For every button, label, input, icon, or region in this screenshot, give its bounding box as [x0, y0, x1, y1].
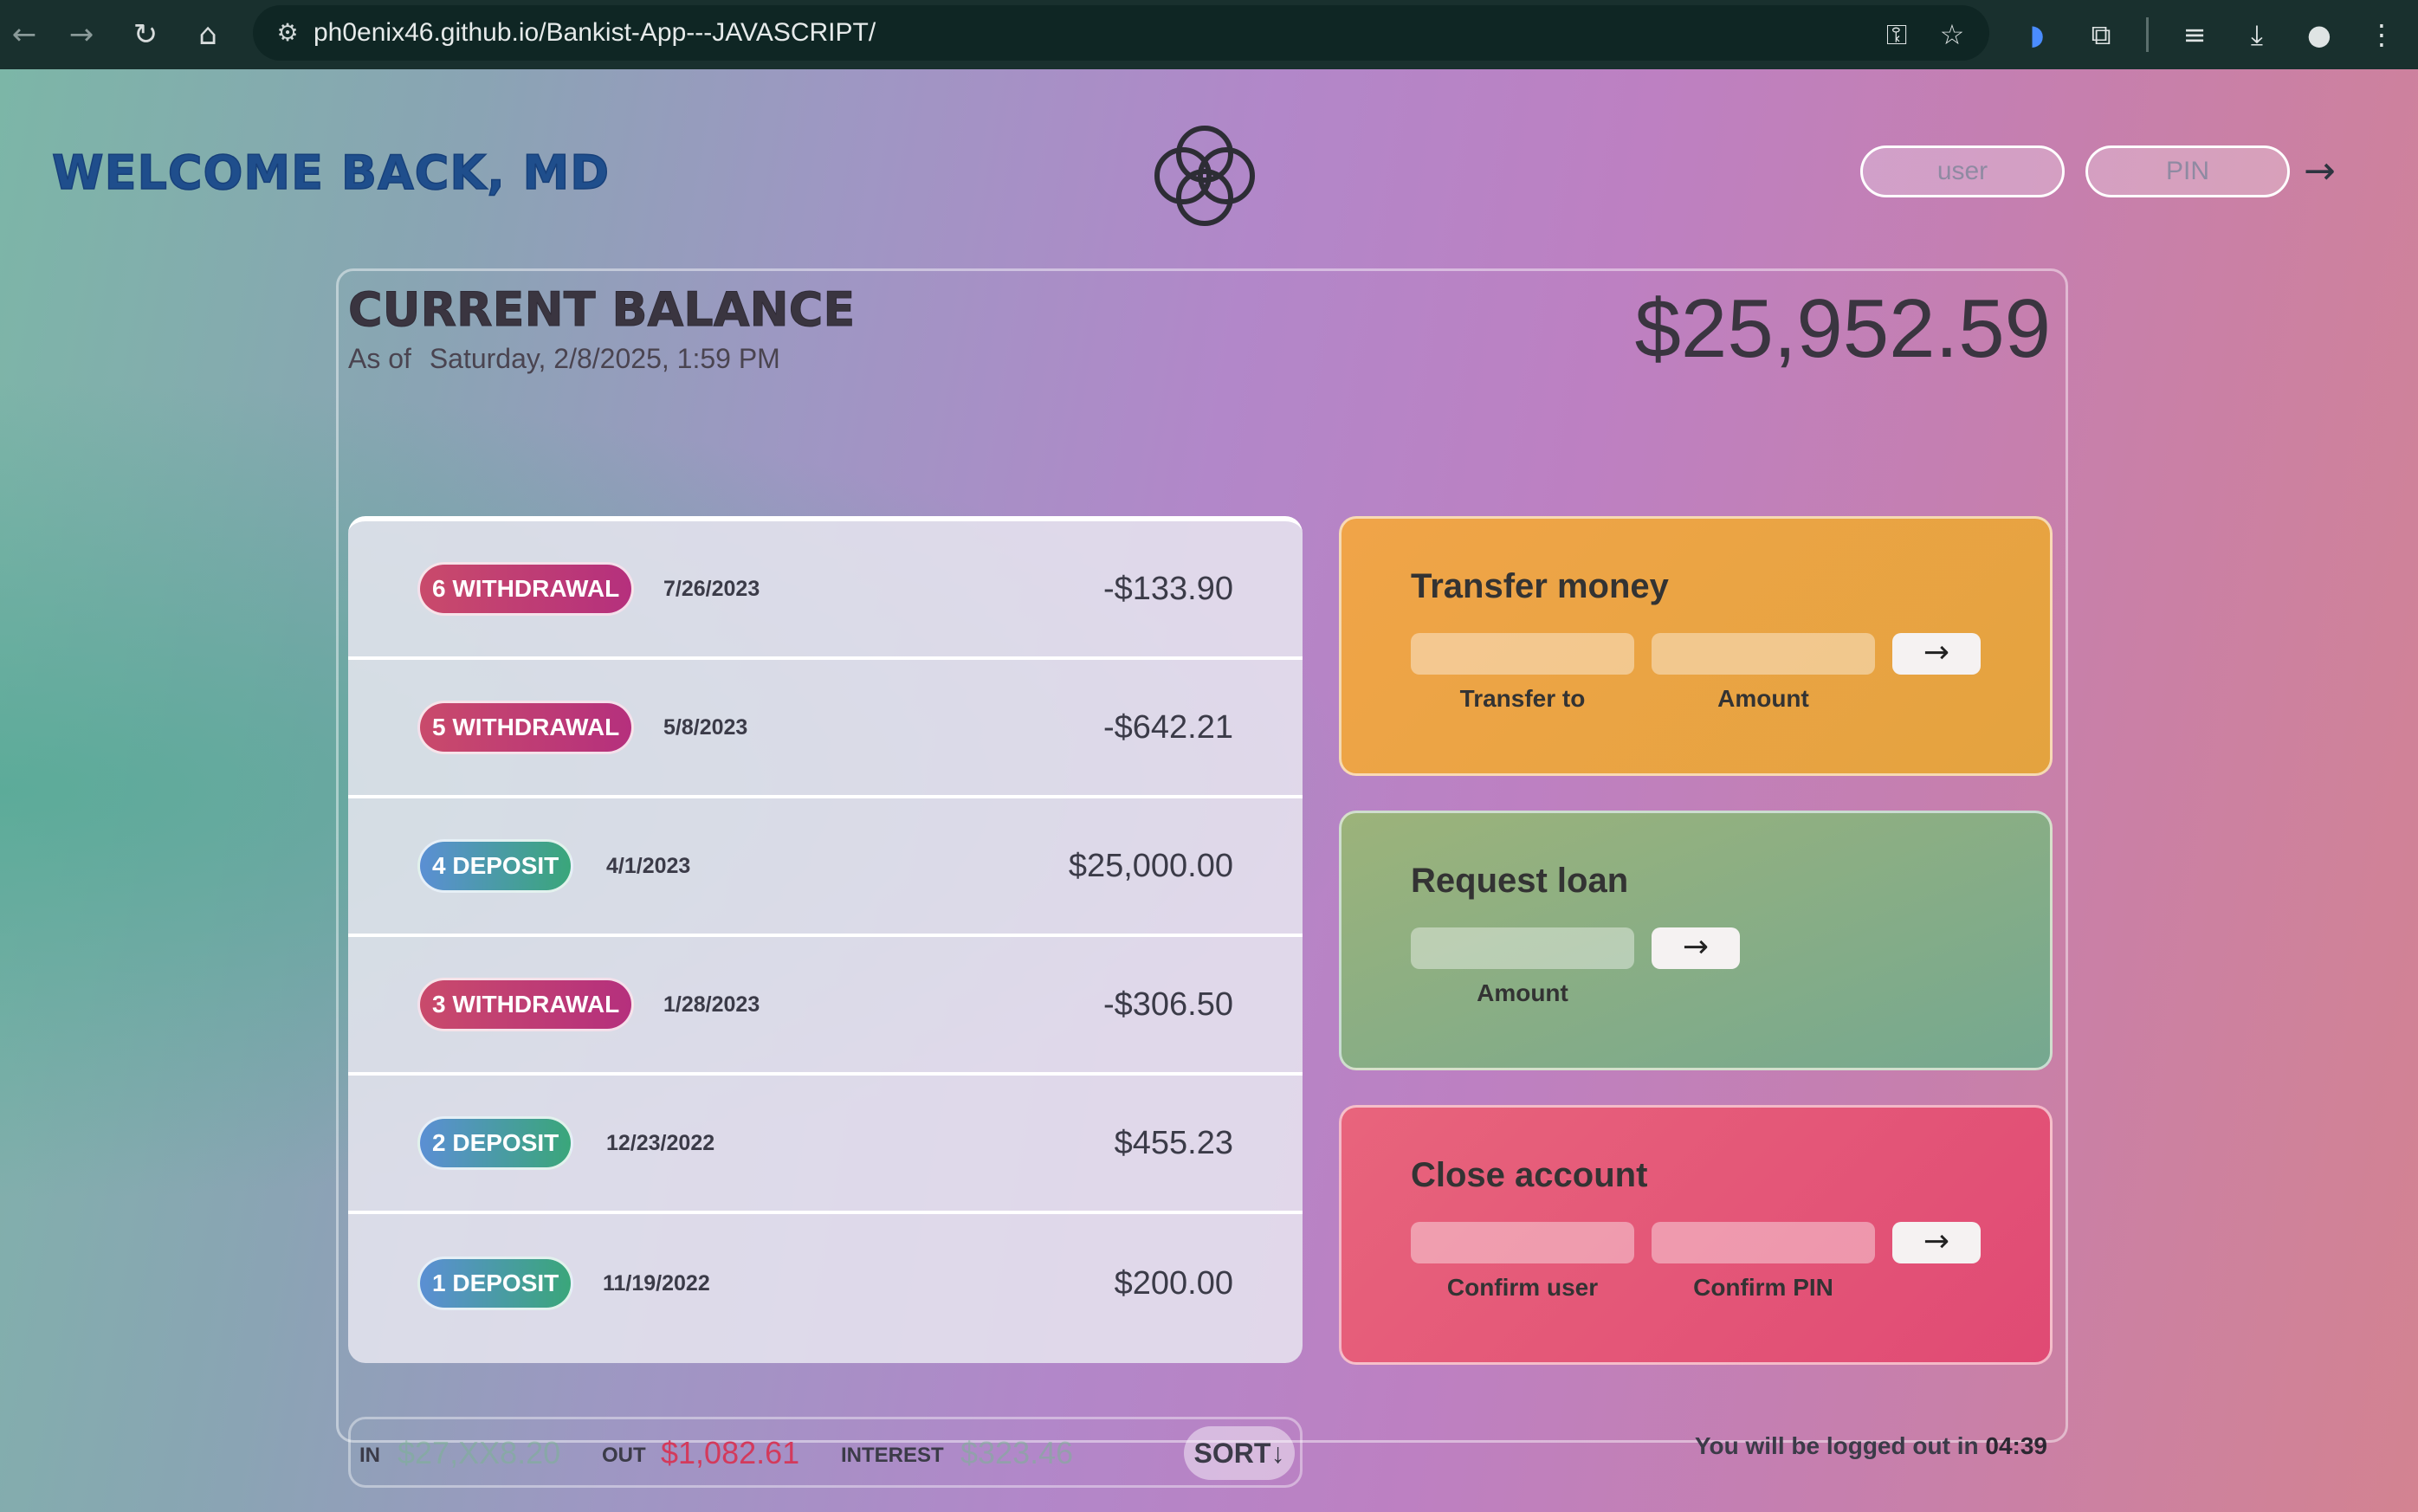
movement-value: -$133.90 — [1102, 570, 1233, 607]
movement-value: $200.00 — [1114, 1264, 1233, 1302]
balance-date: Saturday, 2/8/2025, 1:59 PM — [429, 343, 780, 374]
summary-interest-value: $323.46 — [960, 1435, 1074, 1470]
welcome-message: WELCOME BACK, MD — [51, 145, 611, 201]
logout-timer: 04:39 — [1985, 1432, 2047, 1459]
browser-toolbar: ← → ↻ ⌂ ⚙ ph0enix46.github.io/Bankist-Ap… — [0, 0, 2418, 69]
movement-value: -$306.50 — [1102, 985, 1233, 1023]
movement-date: 1/28/2023 — [663, 992, 760, 1017]
transfer-submit-button[interactable]: → — [1892, 633, 1981, 675]
movement-type-badge: 2 DEPOSIT — [417, 1116, 574, 1170]
balance-label: CURRENT BALANCE — [347, 282, 856, 338]
profile-icon[interactable]: ● — [2295, 10, 2344, 59]
movement-type-badge: 4 DEPOSIT — [417, 839, 574, 893]
movement-value: -$642.21 — [1102, 708, 1233, 746]
summary-in-label: IN — [359, 1444, 380, 1467]
movements-list[interactable]: 6 WITHDRAWAL 7/26/2023 -$133.90 5 WITHDR… — [348, 516, 1303, 1363]
movement-date: 5/8/2023 — [663, 714, 748, 740]
address-bar[interactable]: ⚙ ph0enix46.github.io/Bankist-App---JAVA… — [253, 5, 1989, 61]
close-pin-input[interactable] — [1652, 1222, 1875, 1263]
close-account-panel: Close account → Confirm user Confirm PIN — [1339, 1105, 2053, 1365]
site-info-icon[interactable]: ⚙ — [272, 17, 303, 48]
movement-type-badge: 5 WITHDRAWAL — [417, 701, 635, 754]
transfer-panel: Transfer money → Transfer to Amount — [1339, 516, 2053, 776]
transfer-title: Transfer money — [1411, 567, 1669, 605]
movement-row: 4 DEPOSIT 4/1/2023 $25,000.00 — [348, 798, 1303, 937]
loan-amount-label: Amount — [1477, 979, 1568, 1006]
movement-date: 4/1/2023 — [606, 853, 691, 878]
movement-type-badge: 6 WITHDRAWAL — [417, 562, 635, 616]
toolbar-divider — [2146, 17, 2149, 52]
movement-date: 7/26/2023 — [663, 576, 760, 601]
transfer-to-input[interactable] — [1411, 633, 1634, 675]
key-icon[interactable]: ⚿ — [1872, 10, 1921, 59]
close-user-input[interactable] — [1411, 1222, 1634, 1263]
star-icon[interactable]: ☆ — [1928, 10, 1976, 59]
login-user-input[interactable]: user — [1860, 145, 2065, 197]
movement-type-badge: 3 WITHDRAWAL — [417, 978, 635, 1031]
logout-text: You will be logged out in — [1694, 1432, 1979, 1459]
balance-as-of-label: As of — [348, 343, 411, 374]
close-account-title: Close account — [1411, 1156, 1648, 1194]
summary-in-value: $27,XX8.20 — [398, 1435, 561, 1470]
movement-value: $455.23 — [1114, 1124, 1233, 1161]
balance-value: $25,952.59 — [1634, 282, 2051, 375]
menu-icon[interactable]: ⋮ — [2357, 10, 2406, 59]
reading-list-icon[interactable]: ≡ — [2170, 10, 2219, 59]
loan-panel: Request loan → Amount — [1339, 811, 2053, 1070]
movement-row: 2 DEPOSIT 12/23/2022 $455.23 — [348, 1076, 1303, 1214]
transfer-to-label: Transfer to — [1459, 685, 1586, 712]
movement-date: 12/23/2022 — [606, 1130, 715, 1155]
close-user-label: Confirm user — [1446, 1274, 1599, 1301]
logout-timer-text: You will be logged out in 04:39 — [1695, 1432, 2047, 1460]
url-text: ph0enix46.github.io/Bankist-App---JAVASC… — [314, 18, 876, 47]
loan-amount-input[interactable] — [1411, 927, 1634, 969]
summary-bar: IN $27,XX8.20 OUT $1,082.61 INTEREST $32… — [348, 1417, 1303, 1488]
movement-value: $25,000.00 — [1068, 847, 1233, 884]
summary-out-value: $1,082.61 — [661, 1435, 800, 1470]
summary-out-label: OUT — [602, 1444, 646, 1467]
login-pin-input[interactable]: PIN — [2085, 145, 2290, 197]
movement-row: 1 DEPOSIT 11/19/2022 $200.00 — [348, 1214, 1303, 1353]
loan-title: Request loan — [1411, 862, 1629, 900]
back-icon[interactable]: ← — [0, 10, 48, 59]
movement-type-badge: 1 DEPOSIT — [417, 1257, 574, 1310]
balance-date-line: As of Saturday, 2/8/2025, 1:59 PM — [348, 343, 780, 375]
media-icon[interactable]: ◗ — [2013, 10, 2061, 59]
extensions-icon[interactable]: ⧉ — [2077, 10, 2125, 59]
forward-icon[interactable]: → — [57, 10, 106, 59]
reload-icon[interactable]: ↻ — [121, 10, 170, 59]
sort-button[interactable]: SORT↓ — [1184, 1426, 1295, 1480]
loan-submit-button[interactable]: → — [1652, 927, 1740, 969]
movement-row: 6 WITHDRAWAL 7/26/2023 -$133.90 — [348, 521, 1303, 660]
home-icon[interactable]: ⌂ — [184, 10, 232, 59]
movement-date: 11/19/2022 — [603, 1270, 710, 1296]
movement-row: 5 WITHDRAWAL 5/8/2023 -$642.21 — [348, 660, 1303, 798]
bankist-logo-icon — [1154, 126, 1255, 226]
login-arrow-button[interactable]: → — [2304, 149, 2336, 193]
close-pin-label: Confirm PIN — [1693, 1274, 1833, 1301]
download-icon[interactable]: ⤓ — [2233, 10, 2281, 59]
movement-row: 3 WITHDRAWAL 1/28/2023 -$306.50 — [348, 937, 1303, 1076]
transfer-amount-input[interactable] — [1652, 633, 1875, 675]
summary-interest-label: INTEREST — [841, 1444, 944, 1467]
close-submit-button[interactable]: → — [1892, 1222, 1981, 1263]
transfer-amount-label: Amount — [1717, 685, 1809, 712]
